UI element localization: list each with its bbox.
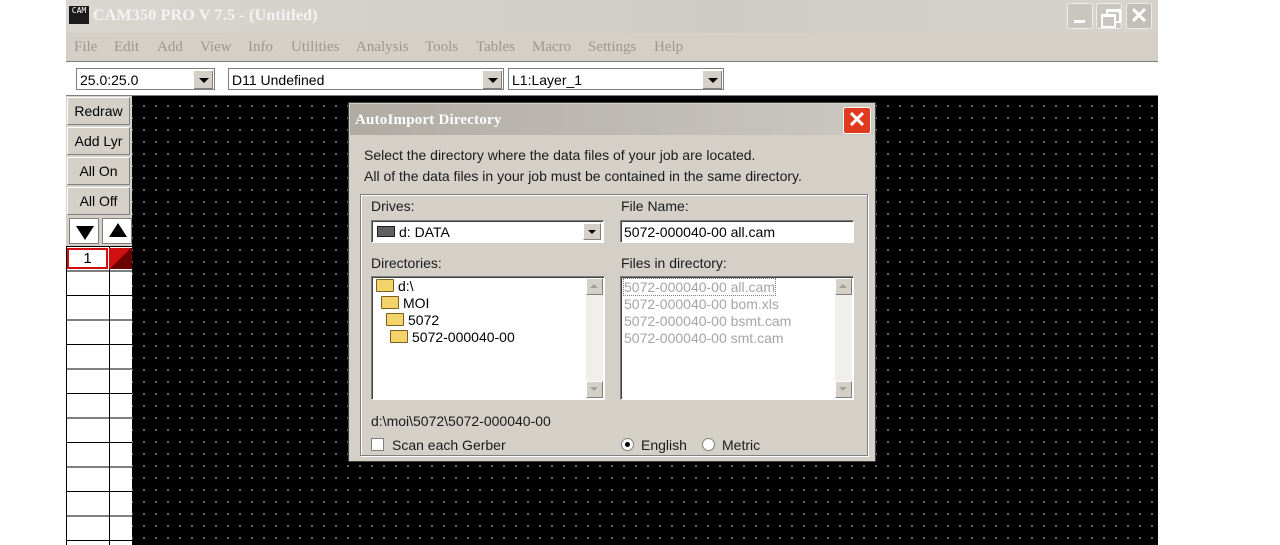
english-label: English xyxy=(641,437,687,453)
directories-label: Directories: xyxy=(371,255,442,271)
minimize-icon xyxy=(1074,20,1085,23)
directories-scrollbar[interactable] xyxy=(586,278,603,398)
open-folder-icon xyxy=(381,296,399,309)
scroll-up-icon[interactable] xyxy=(835,278,852,295)
scan-gerber-checkbox[interactable] xyxy=(371,438,384,451)
app-icon: CAM xyxy=(69,6,89,24)
toolbar: 25.0:25.0 D11 Undefined L1:Layer_1 xyxy=(66,61,1158,96)
drives-select[interactable]: d: DATA xyxy=(371,220,604,243)
open-folder-icon xyxy=(390,330,408,343)
layer-table[interactable] xyxy=(66,246,132,545)
drives-label: Drives: xyxy=(371,198,415,214)
file-name-label: File Name: xyxy=(621,198,689,214)
current-path: d:\moi\5072\5072-000040-00 xyxy=(371,413,551,429)
title-bar[interactable]: CAM CAM350 PRO V 7.5 - (Untitled) ✕ xyxy=(66,0,1158,33)
close-window-button[interactable]: ✕ xyxy=(1126,3,1152,29)
menu-view[interactable]: View xyxy=(200,39,232,56)
file-name-value: 5072-000040-00 all.cam xyxy=(624,224,775,240)
drive-icon xyxy=(377,226,395,237)
close-icon: ✕ xyxy=(1129,3,1149,28)
file-item[interactable]: 5072-000040-00 bsmt.cam xyxy=(624,313,791,329)
chevron-down-icon[interactable] xyxy=(482,70,502,89)
dialog-title-bar[interactable]: AutoImport Directory ✕ xyxy=(350,104,874,135)
layer-value: L1:Layer_1 xyxy=(512,72,583,88)
dialog-instruction-1: Select the directory where the data file… xyxy=(364,147,756,163)
scroll-down-icon[interactable] xyxy=(835,381,852,398)
cam350-window: CAM CAM350 PRO V 7.5 - (Untitled) ✕ File… xyxy=(66,0,1158,545)
grid-select[interactable]: 25.0:25.0 xyxy=(76,68,215,90)
english-radio[interactable] xyxy=(621,438,634,451)
chevron-down-icon[interactable] xyxy=(702,70,722,89)
menu-edit[interactable]: Edit xyxy=(114,39,139,56)
layer-number[interactable]: 1 xyxy=(67,248,108,269)
scroll-layers-down-icon[interactable] xyxy=(69,218,99,244)
directories-list[interactable]: d:\ MOI 5072 5072-000040-00 xyxy=(371,276,605,400)
directory-item[interactable]: 5072-000040-00 xyxy=(390,329,515,345)
drive-value: d: DATA xyxy=(399,224,450,240)
open-folder-icon xyxy=(376,279,394,292)
file-item[interactable]: 5072-000040-00 all.cam xyxy=(623,278,776,296)
files-scrollbar[interactable] xyxy=(835,278,852,398)
dialog-close-button[interactable]: ✕ xyxy=(843,107,871,134)
restore-button[interactable] xyxy=(1096,3,1122,29)
file-name-input[interactable]: 5072-000040-00 all.cam xyxy=(620,220,854,243)
layer-panel: Redraw Add Lyr All On All Off 1 xyxy=(66,96,132,545)
scroll-up-icon[interactable] xyxy=(586,278,603,295)
directory-item[interactable]: 5072 xyxy=(386,312,439,328)
menu-tools[interactable]: Tools xyxy=(425,39,458,56)
redraw-button[interactable]: Redraw xyxy=(67,97,130,125)
dialog-instruction-2: All of the data files in your job must b… xyxy=(364,168,802,184)
all-off-button[interactable]: All Off xyxy=(67,187,130,215)
files-label: Files in directory: xyxy=(621,255,727,271)
dialog-title: AutoImport Directory xyxy=(355,112,502,128)
chevron-down-icon[interactable] xyxy=(583,223,601,240)
layer-color-swatch[interactable] xyxy=(109,248,132,269)
directory-item[interactable]: MOI xyxy=(381,295,429,311)
dcode-value: D11 Undefined xyxy=(232,72,325,88)
chevron-down-icon[interactable] xyxy=(193,70,213,89)
metric-label: Metric xyxy=(722,437,761,453)
menu-settings[interactable]: Settings xyxy=(588,39,636,56)
close-icon: ✕ xyxy=(847,107,867,132)
grid-value: 25.0:25.0 xyxy=(80,72,139,88)
open-folder-icon xyxy=(386,313,404,326)
menu-analysis[interactable]: Analysis xyxy=(356,39,409,56)
file-item[interactable]: 5072-000040-00 bom.xls xyxy=(624,296,779,312)
file-item[interactable]: 5072-000040-00 smt.cam xyxy=(624,330,784,346)
minimize-button[interactable] xyxy=(1067,3,1093,29)
files-list[interactable]: 5072-000040-00 all.cam 5072-000040-00 bo… xyxy=(620,276,854,400)
add-layer-button[interactable]: Add Lyr xyxy=(67,127,130,155)
menu-utilities[interactable]: Utilities xyxy=(291,39,339,56)
window-title: CAM350 PRO V 7.5 - (Untitled) xyxy=(93,7,318,24)
directory-item[interactable]: d:\ xyxy=(376,278,414,294)
menu-info[interactable]: Info xyxy=(248,39,273,56)
menu-add[interactable]: Add xyxy=(157,39,183,56)
menu-bar: File Edit Add View Info Utilities Analys… xyxy=(66,34,1158,61)
metric-radio[interactable] xyxy=(702,438,715,451)
scroll-down-icon[interactable] xyxy=(586,381,603,398)
autoimport-directory-dialog: AutoImport Directory ✕ Select the direct… xyxy=(348,102,876,462)
menu-file[interactable]: File xyxy=(74,39,97,56)
menu-macro[interactable]: Macro xyxy=(532,39,571,56)
layer-select[interactable]: L1:Layer_1 xyxy=(508,68,724,90)
all-on-button[interactable]: All On xyxy=(67,157,130,185)
dcode-select[interactable]: D11 Undefined xyxy=(228,68,504,90)
menu-tables[interactable]: Tables xyxy=(476,39,515,56)
scroll-layers-up-icon[interactable] xyxy=(102,218,132,244)
scan-gerber-label: Scan each Gerber xyxy=(392,437,506,453)
menu-help[interactable]: Help xyxy=(654,39,683,56)
